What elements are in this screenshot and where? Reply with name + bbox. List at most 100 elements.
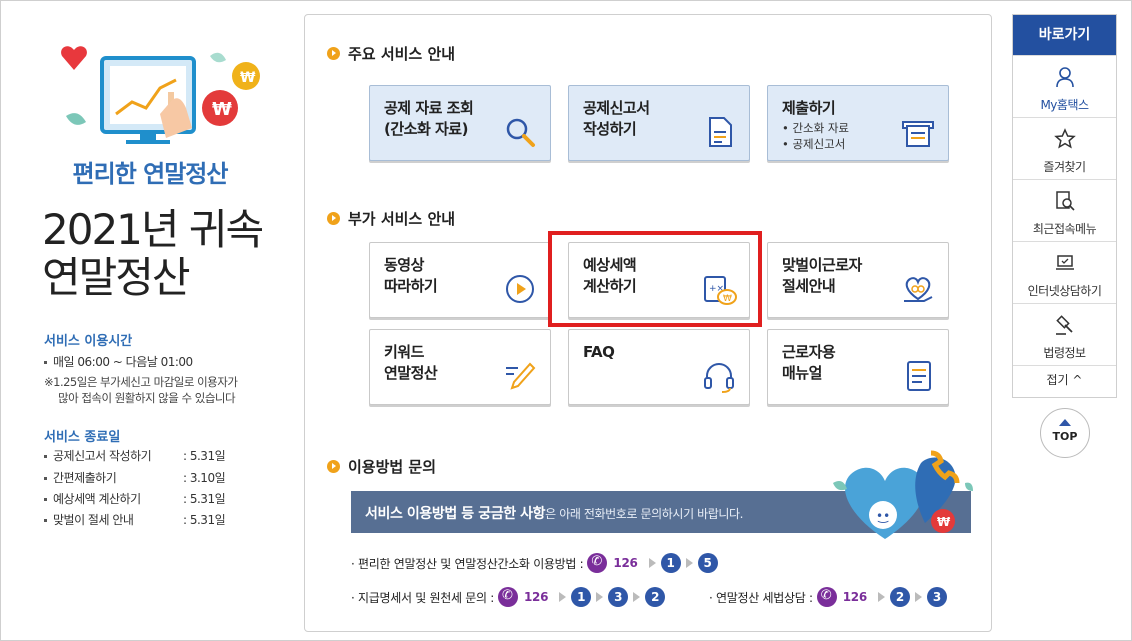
- section-bullet-icon: [327, 47, 340, 60]
- highlight-box: [548, 231, 762, 327]
- card-deduction-lookup[interactable]: 공제 자료 조회 (간소화 자료): [369, 85, 551, 161]
- step-number: 2: [645, 587, 666, 607]
- service-hours-text: 매일 06:00 ~ 다음날 01:00: [53, 355, 193, 369]
- hero-illustration: ₩ ₩: [61, 46, 260, 144]
- quick-item-label: 인터넷상담하기: [1027, 284, 1102, 298]
- scroll-top-button[interactable]: TOP: [1040, 408, 1090, 458]
- arrow-icon: [559, 592, 567, 602]
- service-end-heading: 서비스 종료일: [44, 430, 121, 445]
- top-label: TOP: [1052, 430, 1078, 443]
- contact-label: · 편리한 연말정산 및 연말정산간소화 이용방법 :: [351, 556, 584, 571]
- arrow-icon: [596, 592, 604, 602]
- section-title: 주요 서비스 안내: [348, 45, 456, 63]
- title-line-2: 연말정산: [42, 253, 191, 302]
- card-title: 맞벌이근로자 절세안내: [782, 256, 862, 295]
- step-number: 5: [697, 553, 718, 573]
- arrow-icon: [685, 558, 693, 568]
- card-dual-income[interactable]: 맞벌이근로자 절세안내: [767, 242, 949, 318]
- card-title: 제출하기: [782, 99, 836, 117]
- recent-search-icon: [1055, 191, 1075, 211]
- quick-menu-fold-button[interactable]: 접기 ^: [1013, 365, 1116, 395]
- quick-item-label: 최근접속메뉴: [1032, 222, 1097, 236]
- phone-icon: [497, 587, 518, 607]
- section-title: 이용방법 문의: [348, 458, 437, 476]
- submit-tray-icon: [902, 121, 934, 147]
- service-end-date: : 5.31일: [183, 513, 226, 527]
- document-icon: [709, 117, 732, 147]
- service-panel: 주요 서비스 안내 공제 자료 조회 (간소화 자료) 공제신고서 작성하기 제…: [304, 14, 992, 632]
- step-number: 3: [926, 587, 947, 607]
- contact-label: · 연말정산 세법상담 :: [709, 590, 813, 605]
- bullet-dot: [44, 455, 47, 458]
- svg-text:₩: ₩: [937, 515, 951, 529]
- pencil-icon: [506, 362, 536, 390]
- service-end-item: 공제신고서 작성하기 : 5.31일: [44, 447, 226, 464]
- card-title: 키워드 연말정산: [384, 343, 438, 382]
- contact-line-3: · 연말정산 세법상담 : 126 2 3: [709, 587, 947, 607]
- manual-icon: [907, 361, 931, 391]
- section-bullet-icon: [327, 212, 340, 225]
- service-end-label: 공제신고서 작성하기: [53, 449, 152, 463]
- bullet-dot: [44, 519, 47, 522]
- arrow-icon: [648, 558, 656, 568]
- card-title: 공제신고서 작성하기: [583, 99, 650, 138]
- quick-item-law-info[interactable]: 법령정보: [1013, 303, 1116, 365]
- banner-rest-text: 은 아래 전화번호로 문의하시기 바랍니다.: [545, 507, 744, 521]
- service-end-label: 맞벌이 절세 안내: [53, 513, 134, 527]
- card-submit[interactable]: 제출하기 • 간소화 자료 • 공제신고서: [767, 85, 949, 161]
- contact-label: · 지급명세서 및 원천세 문의 :: [351, 590, 494, 605]
- heart-hand-icon: [904, 277, 933, 302]
- quick-item-label: My홈택스: [1040, 98, 1089, 112]
- svg-text:₩: ₩: [240, 70, 256, 86]
- quick-menu: 바로가기 My홈택스 즐겨찾기 최근접속메뉴 인터넷상담하기 법령정보 접기 ^: [1012, 14, 1117, 398]
- gavel-icon: [1055, 315, 1073, 335]
- card-title: 공제 자료 조회 (간소화 자료): [384, 99, 474, 138]
- service-hours-note-1: ※1.25일은 부가세신고 마감일로 이용자가: [44, 375, 238, 389]
- contact-line-1: · 편리한 연말정산 및 연말정산간소화 이용방법 : 126 1 5: [351, 553, 718, 573]
- arrow-up-icon: [1059, 419, 1071, 426]
- step-number: 3: [608, 587, 629, 607]
- phone-icon: [587, 553, 608, 573]
- bullet-dot: [44, 498, 47, 501]
- quick-item-my-hometax[interactable]: My홈택스: [1013, 55, 1116, 117]
- play-icon: [506, 275, 534, 303]
- step-number: 2: [889, 587, 910, 607]
- heart-phone-illustration: •͜• ₩: [833, 450, 973, 539]
- card-manual[interactable]: 근로자용 매뉴얼: [767, 329, 949, 405]
- card-write-deduction-form[interactable]: 공제신고서 작성하기: [568, 85, 750, 161]
- service-end-item: 예상세액 계산하기: 5.31일: [44, 490, 226, 507]
- section-title: 부가 서비스 안내: [348, 210, 456, 228]
- quick-item-recent-menu[interactable]: 최근접속메뉴: [1013, 179, 1116, 241]
- quick-item-label: 즐겨찾기: [1043, 160, 1086, 174]
- card-keyword[interactable]: 키워드 연말정산: [369, 329, 551, 405]
- card-faq[interactable]: FAQ: [568, 329, 750, 405]
- quick-menu-heading: 바로가기: [1013, 15, 1116, 55]
- page-title: 2021년 귀속 연말정산: [42, 206, 264, 302]
- phone-icon: [816, 587, 837, 607]
- phone-number: 126: [613, 556, 638, 570]
- step-number: 1: [660, 553, 681, 573]
- banner-bold-text: 서비스 이용방법 등 궁금한 사항: [365, 506, 546, 522]
- service-end-item: 맞벌이 절세 안내 : 5.31일: [44, 511, 226, 528]
- service-hours-heading: 서비스 이용시간: [44, 334, 133, 349]
- bullet-dot: [44, 361, 47, 364]
- service-end-date: : 5.31일: [183, 449, 226, 463]
- quick-item-online-consult[interactable]: 인터넷상담하기: [1013, 241, 1116, 303]
- card-video-guide[interactable]: 동영상 따라하기: [369, 242, 551, 318]
- section-extra-services: 부가 서비스 안내: [327, 208, 455, 229]
- card-title: 근로자용 매뉴얼: [782, 343, 836, 382]
- section-main-services: 주요 서비스 안내: [327, 43, 455, 64]
- service-end-item: 간편제출하기 : 3.10일: [44, 469, 226, 486]
- section-bullet-icon: [327, 460, 340, 473]
- left-subtitle: 편리한 연말정산: [72, 160, 229, 188]
- arrow-icon: [633, 592, 641, 602]
- service-end-label: 예상세액 계산하기: [53, 492, 141, 506]
- service-hours-line: 매일 06:00 ~ 다음날 01:00: [44, 353, 193, 370]
- service-hours-note-2: 많아 접속이 원활하지 않을 수 있습니다: [58, 391, 236, 405]
- service-end-date: : 3.10일: [183, 471, 226, 485]
- headset-icon: [704, 363, 734, 393]
- left-column: ₩ ₩ 편리한 연말정산 2021년 귀속 연말정산 서비스 이용시간 매일 0…: [0, 0, 300, 641]
- service-end-label: 간편제출하기: [53, 471, 117, 485]
- search-icon: [506, 118, 535, 147]
- quick-item-favorites[interactable]: 즐겨찾기: [1013, 117, 1116, 179]
